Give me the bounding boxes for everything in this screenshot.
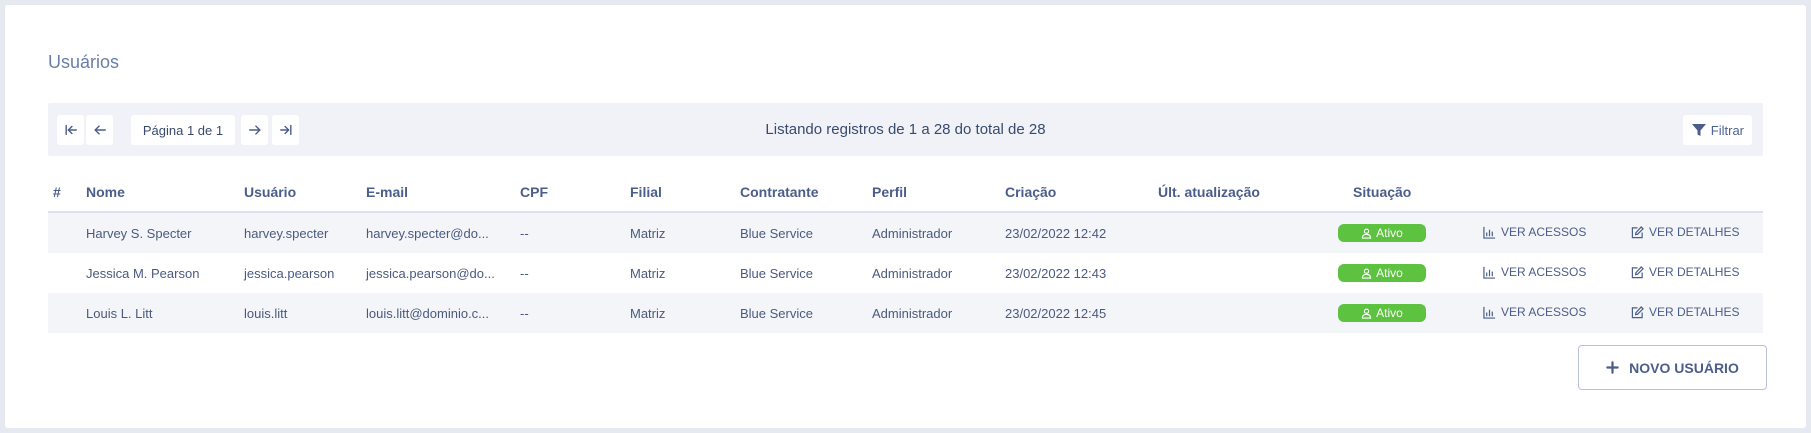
pagination-toolbar: Página 1 de 1 Listando registros de 1 a … <box>48 103 1763 156</box>
view-access-label: VER ACESSOS <box>1501 305 1587 319</box>
header-email: E-mail <box>366 184 409 200</box>
view-details-link[interactable]: VER DETALHES <box>1631 305 1739 319</box>
plus-icon <box>1606 361 1619 374</box>
header-perfil: Perfil <box>872 184 908 200</box>
table-row: Louis L. Litt louis.litt louis.litt@domi… <box>48 293 1763 333</box>
header-usuario: Usuário <box>244 184 297 200</box>
cell-contratante: Blue Service <box>740 306 813 321</box>
status-label: Ativo <box>1376 226 1403 240</box>
view-access-link[interactable]: VER ACESSOS <box>1483 225 1586 239</box>
cell-perfil: Administrador <box>872 226 953 241</box>
cell-usuario: harvey.specter <box>244 226 329 241</box>
cell-usuario: louis.litt <box>244 306 288 321</box>
cell-email: jessica.pearson@do... <box>366 266 495 281</box>
status-label: Ativo <box>1376 266 1403 280</box>
cell-filial: Matriz <box>630 266 666 281</box>
edit-icon <box>1631 305 1644 318</box>
cell-cpf: -- <box>520 306 529 321</box>
funnel-icon <box>1691 124 1706 136</box>
header-filial: Filial <box>630 184 662 200</box>
listing-info: Listando registros de 1 a 28 do total de… <box>765 121 1046 138</box>
filter-label: Filtrar <box>1710 122 1744 138</box>
header-contratante: Contratante <box>740 184 819 200</box>
status-badge: Ativo <box>1338 264 1426 282</box>
cell-nome: Jessica M. Pearson <box>86 266 200 281</box>
cell-filial: Matriz <box>630 226 666 241</box>
bar-chart-icon <box>1483 306 1496 319</box>
header-cpf: CPF <box>520 184 548 200</box>
status-badge: Ativo <box>1338 224 1426 242</box>
cell-perfil: Administrador <box>872 266 953 281</box>
view-access-link[interactable]: VER ACESSOS <box>1483 305 1586 319</box>
table-header: # Nome Usuário E-mail CPF Filial Contrat… <box>48 173 1763 213</box>
cell-criacao: 23/02/2022 12:42 <box>1005 226 1107 241</box>
header-criacao: Criação <box>1005 184 1057 200</box>
user-icon <box>1361 308 1372 319</box>
cell-perfil: Administrador <box>872 306 953 321</box>
cell-contratante: Blue Service <box>740 226 813 241</box>
cell-usuario: jessica.pearson <box>244 266 335 281</box>
filter-button[interactable]: Filtrar <box>1682 115 1752 145</box>
users-card: Usuários Página 1 de 1 Listando registro… <box>5 5 1806 428</box>
cell-criacao: 23/02/2022 12:45 <box>1005 306 1107 321</box>
view-access-link[interactable]: VER ACESSOS <box>1483 265 1586 279</box>
cell-nome: Louis L. Litt <box>86 306 153 321</box>
cell-contratante: Blue Service <box>740 266 813 281</box>
header-situacao: Situação <box>1353 184 1412 200</box>
new-user-label: NOVO USUÁRIO <box>1629 359 1739 376</box>
header-index: # <box>53 184 61 200</box>
page-title: Usuários <box>48 52 120 72</box>
cell-cpf: -- <box>520 266 529 281</box>
table-row: Jessica M. Pearson jessica.pearson jessi… <box>48 253 1763 293</box>
cell-cpf: -- <box>520 226 529 241</box>
user-icon <box>1361 228 1372 239</box>
view-details-label: VER DETALHES <box>1649 225 1740 239</box>
cell-nome: Harvey S. Specter <box>86 226 192 241</box>
cell-email: harvey.specter@do... <box>366 226 489 241</box>
status-badge: Ativo <box>1338 304 1426 322</box>
view-details-label: VER DETALHES <box>1649 265 1740 279</box>
cell-filial: Matriz <box>630 306 666 321</box>
table-row: Harvey S. Specter harvey.specter harvey.… <box>48 213 1763 253</box>
user-icon <box>1361 268 1372 279</box>
edit-icon <box>1631 265 1644 278</box>
view-access-label: VER ACESSOS <box>1501 225 1587 239</box>
view-details-link[interactable]: VER DETALHES <box>1631 225 1739 239</box>
cell-criacao: 23/02/2022 12:43 <box>1005 266 1107 281</box>
view-details-label: VER DETALHES <box>1649 305 1740 319</box>
view-access-label: VER ACESSOS <box>1501 265 1587 279</box>
bar-chart-icon <box>1483 266 1496 279</box>
edit-icon <box>1631 225 1644 238</box>
header-ult-atualizacao: Últ. atualização <box>1158 184 1260 200</box>
cell-email: louis.litt@dominio.c... <box>366 306 490 321</box>
status-label: Ativo <box>1376 306 1403 320</box>
new-user-button[interactable]: NOVO USUÁRIO <box>1578 345 1767 390</box>
view-details-link[interactable]: VER DETALHES <box>1631 265 1739 279</box>
header-nome: Nome <box>86 184 125 200</box>
bar-chart-icon <box>1483 226 1496 239</box>
users-table: # Nome Usuário E-mail CPF Filial Contrat… <box>48 173 1763 333</box>
